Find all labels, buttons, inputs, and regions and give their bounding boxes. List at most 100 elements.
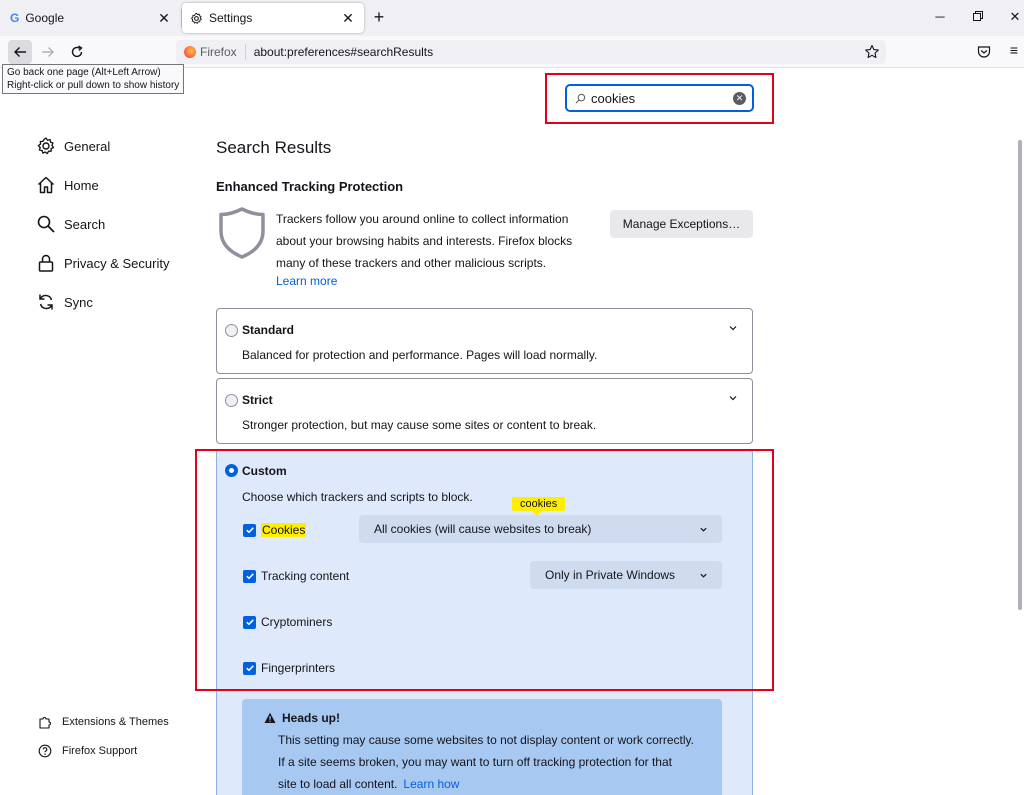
checkbox-cookies[interactable]: Cookies: [243, 523, 307, 537]
warning-box: Heads up! This setting may cause some we…: [242, 699, 722, 795]
hamburger-menu-icon[interactable]: ≡: [1006, 42, 1022, 60]
checkbox-label: Cryptominers: [261, 615, 333, 629]
search-icon: [575, 93, 586, 103]
tab-title: Settings: [209, 11, 253, 25]
check-icon: [245, 619, 254, 626]
pocket-icon[interactable]: [976, 44, 992, 60]
restore-icon[interactable]: [968, 8, 988, 26]
option-title: Strict: [242, 393, 273, 407]
warning-line: If a site seems broken, you may want to …: [278, 755, 672, 769]
sidebar-footer-label: Firefox Support: [62, 745, 138, 757]
option-description: Balanced for protection and performance.…: [242, 348, 598, 362]
radio-strict[interactable]: [225, 394, 238, 407]
new-tab-button[interactable]: +: [370, 8, 388, 26]
chevron-down-icon: [700, 527, 707, 532]
chevron-down-icon[interactable]: [728, 323, 738, 333]
url-text[interactable]: about:preferences#searchResults: [246, 45, 433, 59]
manage-exceptions-button[interactable]: Manage Exceptions…: [610, 210, 753, 238]
checkbox-label: Tracking content: [261, 569, 350, 583]
google-icon: G: [10, 11, 20, 25]
arrow-right-icon: [42, 47, 54, 57]
clear-search-icon[interactable]: ✕: [733, 92, 746, 105]
learn-how-link[interactable]: Learn how: [403, 777, 459, 791]
sidebar-item-label: Sync: [64, 294, 93, 310]
identity-label: Firefox: [200, 45, 237, 59]
sidebar-item-privacy[interactable]: Privacy & Security: [36, 253, 169, 273]
description-line: many of these trackers and other malicio…: [276, 256, 547, 270]
back-tooltip: Go back one page (Alt+Left Arrow) Right-…: [2, 64, 185, 94]
sidebar-item-home[interactable]: Home: [36, 175, 99, 195]
checkbox-tracking-content[interactable]: Tracking content: [243, 569, 349, 583]
cookies-select[interactable]: All cookies (will cause websites to brea…: [359, 515, 722, 543]
warning-text: This setting may cause some websites to …: [278, 729, 708, 795]
option-title: Standard: [242, 323, 295, 337]
home-icon: [37, 176, 55, 194]
forward-button[interactable]: [36, 40, 60, 64]
help-icon: [38, 744, 52, 758]
checkbox[interactable]: [243, 569, 256, 583]
back-button[interactable]: [8, 40, 32, 64]
check-icon: [245, 665, 254, 672]
firefox-icon: [184, 46, 196, 58]
scrollbar[interactable]: [1016, 70, 1024, 795]
radio-custom[interactable]: [225, 464, 238, 477]
learn-more-link[interactable]: Learn more: [276, 274, 337, 288]
warning-line: site to load all content. Learn how: [278, 773, 708, 795]
description-line: about your browsing habits and interests…: [276, 234, 573, 248]
tooltip-line: Right-click or pull down to show history: [7, 80, 180, 91]
option-title: Custom: [242, 464, 287, 478]
checkbox[interactable]: [243, 615, 256, 629]
description-line: Trackers follow you around online to col…: [276, 212, 569, 226]
sidebar-item-label: Home: [64, 177, 99, 193]
option-strict[interactable]: Strict Stronger protection, but may caus…: [216, 378, 753, 444]
gear-icon: [37, 137, 55, 155]
search-input[interactable]: [591, 90, 721, 106]
identity-box[interactable]: Firefox: [176, 44, 246, 60]
sidebar-item-label: Privacy & Security: [64, 255, 170, 271]
search-match-tooltip: cookies: [512, 497, 566, 516]
sidebar-item-label: Search: [64, 216, 106, 232]
tooltip-line: Go back one page (Alt+Left Arrow): [7, 67, 161, 78]
reload-icon: [71, 45, 83, 58]
close-tab-icon[interactable]: ✕: [156, 10, 172, 26]
lock-icon: [38, 254, 54, 272]
check-icon: [245, 573, 254, 580]
tab-strip: G Google ✕ Settings ✕ + ─ ✕: [0, 0, 1024, 36]
checkbox-fingerprinters[interactable]: Fingerprinters: [243, 661, 335, 675]
sync-icon: [39, 294, 53, 310]
reload-button[interactable]: [65, 40, 89, 64]
close-tab-icon[interactable]: ✕: [340, 10, 356, 26]
radio-standard[interactable]: [225, 324, 238, 337]
chevron-down-icon[interactable]: [728, 393, 738, 403]
sidebar-item-general[interactable]: General: [36, 136, 110, 156]
tab-title: Google: [25, 11, 65, 25]
select-value: All cookies (will cause websites to brea…: [374, 522, 592, 536]
minimize-icon[interactable]: ─: [930, 8, 950, 26]
close-window-icon[interactable]: ✕: [1005, 8, 1024, 26]
warning-line-text: site to load all content.: [278, 777, 398, 791]
checkbox-label: Cookies: [261, 523, 307, 537]
warning-title: Heads up!: [282, 711, 341, 725]
sidebar-footer-extensions[interactable]: Extensions & Themes: [38, 715, 169, 729]
checkbox-cryptominers[interactable]: Cryptominers: [243, 615, 332, 629]
tab-settings[interactable]: Settings ✕: [182, 3, 364, 33]
scrollbar-thumb[interactable]: [1018, 140, 1022, 610]
checkbox[interactable]: [243, 523, 256, 537]
option-standard[interactable]: Standard Balanced for protection and per…: [216, 308, 753, 374]
sidebar-item-search[interactable]: Search: [36, 214, 105, 234]
puzzle-icon: [39, 717, 51, 729]
checkbox-label: Fingerprinters: [261, 661, 336, 675]
arrow-left-icon: [14, 47, 26, 57]
tab-google[interactable]: G Google ✕: [0, 3, 182, 33]
select-value: Only in Private Windows: [545, 568, 676, 582]
checkbox[interactable]: [243, 661, 256, 675]
sidebar-item-sync[interactable]: Sync: [36, 292, 93, 312]
settings-search-box[interactable]: ✕: [566, 85, 753, 111]
tracking-content-select[interactable]: Only in Private Windows: [530, 561, 722, 589]
star-icon[interactable]: [864, 44, 880, 60]
sidebar-footer-support[interactable]: Firefox Support: [38, 744, 137, 758]
warning-icon: [264, 712, 276, 723]
gear-icon: [191, 12, 202, 24]
address-bar[interactable]: Firefox about:preferences#searchResults: [176, 40, 886, 64]
option-description: Stronger protection, but may cause some …: [242, 418, 597, 432]
